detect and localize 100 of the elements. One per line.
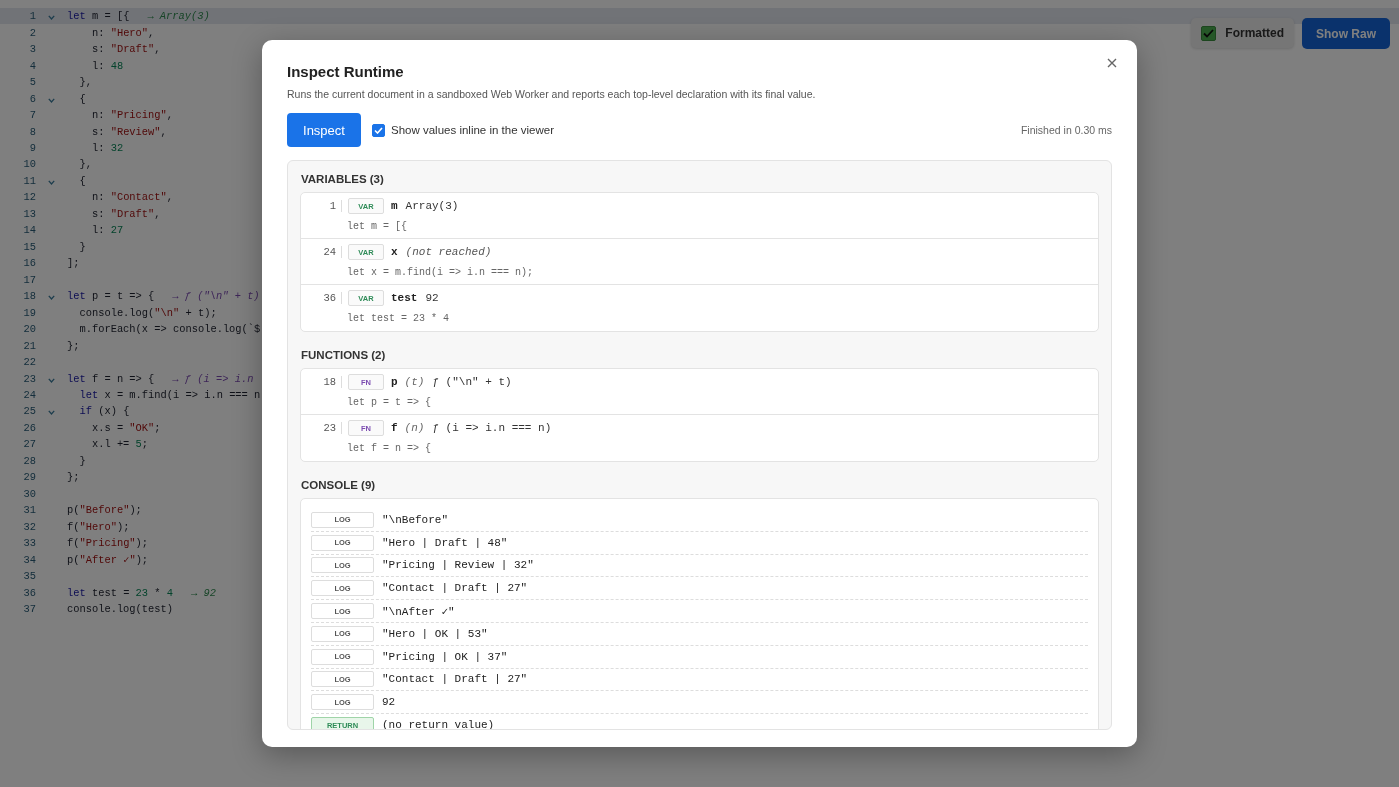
checkbox-label[interactable]: Show values inline in the viewer [391, 124, 554, 136]
code-string: "Before" [79, 504, 130, 517]
line-number: 3 [28, 43, 36, 56]
inline-value-hint: → Array(3) [147, 10, 210, 23]
code-text: , [160, 125, 167, 138]
code-text: }; [67, 471, 80, 484]
declaration-name: p [391, 376, 398, 388]
line-number: 14 [22, 224, 36, 237]
line-number: 18 [301, 376, 342, 388]
console-message: "\nAfter ✓" [382, 604, 455, 618]
code-keyword: let [67, 10, 86, 23]
code-text: * [153, 586, 162, 599]
code-text: p( [67, 504, 80, 517]
code-keyword: let [67, 586, 86, 599]
line-number: 28 [22, 454, 36, 467]
formatted-toggle[interactable]: Formatted [1191, 18, 1294, 48]
code-text: s: [90, 125, 106, 138]
line-number: 18 [22, 290, 36, 303]
line-number: 7 [28, 109, 36, 122]
source-snippet: let f = n => { [347, 443, 432, 454]
line-number: 34 [22, 553, 36, 566]
inline-value-hint: → ƒ (i => i.n [172, 372, 254, 385]
fold-chevron-icon[interactable] [48, 97, 55, 103]
declaration-value: Array(3) [405, 200, 459, 212]
fold-chevron-icon[interactable] [48, 377, 55, 383]
inline-value-hint: → 92 [191, 586, 216, 599]
run-status: Finished in 0.30 ms [1020, 124, 1112, 136]
code-text: , [148, 26, 155, 39]
line-number: 8 [28, 125, 36, 138]
code-string: "Pricing" [110, 109, 167, 122]
fold-chevron-icon[interactable] [48, 295, 55, 301]
declaration-name: x [391, 246, 398, 258]
code-text: ]; [67, 257, 80, 270]
line-number: 33 [22, 537, 36, 550]
line-number: 11 [22, 174, 36, 187]
source-snippet: let test = 23 * 4 [347, 313, 451, 324]
line-number: 25 [22, 405, 36, 418]
code-string: "OK" [129, 421, 155, 434]
line-number: 21 [22, 339, 36, 352]
line-number: 9 [28, 142, 36, 154]
code-keyword: let [67, 372, 86, 385]
source-snippet: let x = m.find(i => i.n === n); [347, 267, 535, 278]
code-text: x = m.find(i => i.n === n [103, 389, 261, 401]
line-number: 32 [22, 520, 36, 533]
code-text: n: [90, 26, 106, 39]
code-text: l: [90, 59, 106, 72]
line-number: 16 [22, 257, 36, 270]
code-text: ; [141, 438, 149, 451]
inspect-button[interactable]: Inspect [287, 113, 361, 147]
console-message: "Contact | Draft | 27" [382, 582, 528, 595]
code-string: "Hero" [79, 520, 117, 533]
line-number: 29 [22, 471, 36, 484]
code-text: }, [78, 76, 92, 89]
code-string: "Contact" [110, 191, 167, 204]
show-raw-button[interactable]: Show Raw [1302, 18, 1390, 49]
code-text: + t); [184, 306, 217, 319]
checkbox[interactable] [372, 123, 385, 137]
line-number: 4 [28, 59, 36, 72]
parameter-list: (n) [404, 422, 425, 434]
checkbox[interactable] [1201, 25, 1217, 41]
line-number: 31 [22, 504, 36, 517]
code-string: "\n" [154, 306, 180, 319]
line-number: 5 [28, 76, 36, 89]
line-number: 30 [22, 487, 36, 500]
line-number: 36 [301, 292, 342, 304]
line-number: 6 [28, 92, 36, 105]
code-text: m = [{ [90, 10, 130, 23]
line-number: 13 [22, 207, 36, 220]
code-string: "After ✓" [79, 554, 136, 567]
line-number: 27 [22, 438, 36, 451]
fold-chevron-icon[interactable] [48, 179, 55, 185]
console-message: "Pricing | Review | 32" [382, 559, 534, 572]
code-text: test = [90, 586, 131, 599]
section-heading: FUNCTIONS (2) [300, 348, 387, 363]
console-message: "Hero | OK | 53" [382, 627, 488, 640]
line-number: 37 [22, 603, 36, 616]
fold-chevron-icon[interactable] [48, 410, 55, 416]
fold-chevron-icon[interactable] [48, 15, 55, 21]
code-string: "Draft" [110, 43, 155, 56]
line-number: 10 [22, 158, 36, 171]
code-text: m.forEach(x => console.log(`$ [78, 323, 261, 336]
section-heading: CONSOLE (9) [300, 478, 377, 493]
line-number: 24 [301, 246, 342, 258]
code-keyword: let [78, 389, 99, 401]
line-number: 15 [22, 240, 36, 253]
code-text: console.log( [78, 306, 155, 319]
close-icon[interactable] [1106, 57, 1118, 69]
declaration-name: test [391, 292, 418, 304]
code-keyword: let [67, 290, 86, 303]
dialog-title: Inspect Runtime [287, 63, 405, 80]
line-number: 1 [28, 10, 36, 23]
line-number: 19 [22, 306, 36, 319]
inline-value-hint: → ƒ ("\n" + t) [172, 290, 260, 303]
code-text: ); [129, 504, 142, 517]
line-number: 17 [22, 273, 36, 286]
declaration-value: ƒ ("\n" + t) [432, 376, 512, 388]
code-number: 4 [166, 586, 174, 599]
code-number: 48 [110, 59, 124, 72]
code-text: f( [67, 520, 80, 533]
console-message: "\nBefore" [382, 513, 448, 526]
